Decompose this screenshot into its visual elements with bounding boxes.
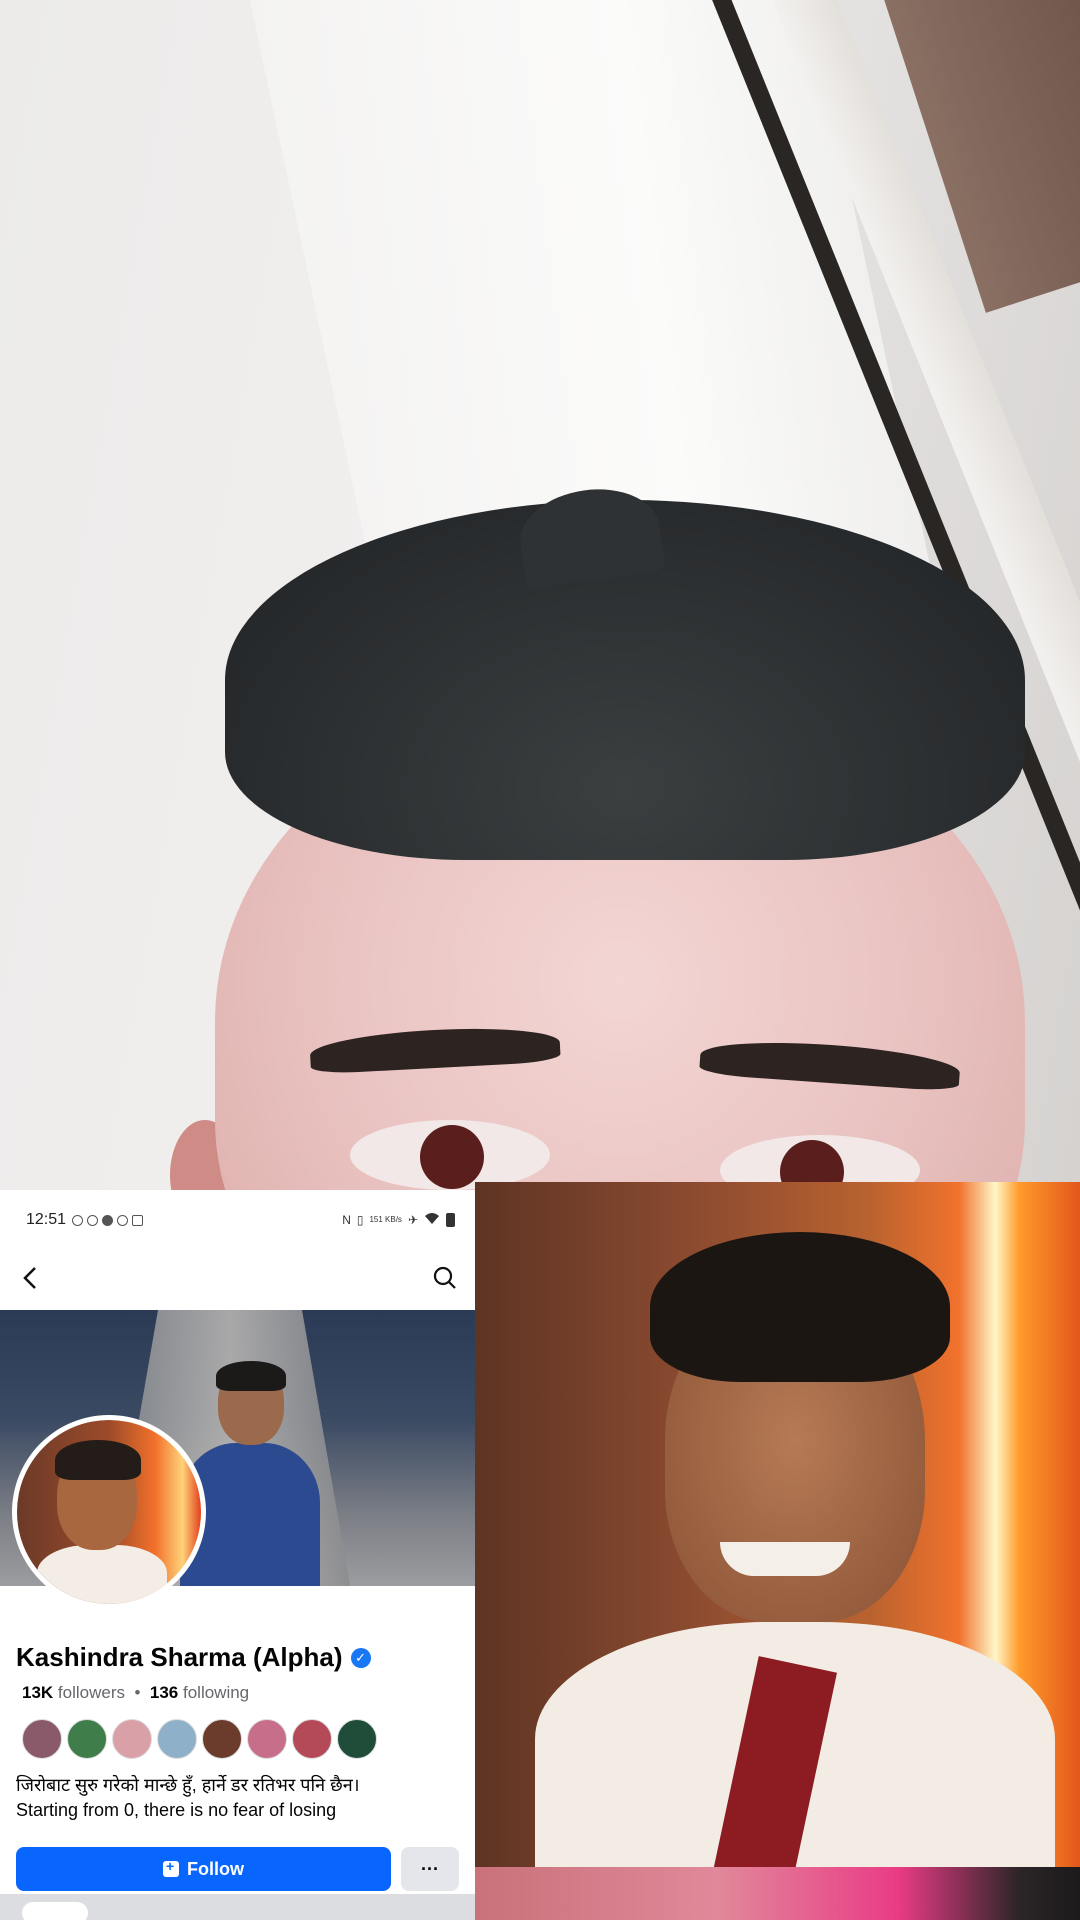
selfie-video-frame xyxy=(0,0,1080,1190)
friend-avatar[interactable] xyxy=(112,1719,152,1759)
screen-icon xyxy=(132,1214,144,1226)
avatar xyxy=(17,1420,201,1604)
profile-picture[interactable] xyxy=(12,1415,206,1609)
wifi-icon xyxy=(424,1212,440,1228)
bio-line-nepali: जिरोबाट सुरु गरेको मान्छे हुँ, हार्ने डर… xyxy=(16,1775,360,1795)
friend-avatar[interactable] xyxy=(337,1719,377,1759)
friend-avatar[interactable] xyxy=(67,1719,107,1759)
follow-button[interactable]: Follow xyxy=(16,1847,391,1892)
network-speed: 151 KB/s xyxy=(369,1215,402,1224)
tab-strip xyxy=(0,1894,475,1920)
left-iris xyxy=(420,1125,484,1189)
profile-actions: Follow ··· xyxy=(16,1847,459,1892)
mutual-followers-row[interactable] xyxy=(16,1719,459,1759)
tab-pill[interactable] xyxy=(22,1902,88,1920)
nfc-icon: N xyxy=(342,1213,351,1227)
airplane-icon: ✈ xyxy=(407,1213,418,1227)
stats-separator: • xyxy=(134,1683,141,1702)
profile-name: Kashindra Sharma (Alpha) xyxy=(16,1642,343,1672)
search-icon[interactable] xyxy=(433,1266,457,1295)
profile-info: Kashindra Sharma (Alpha) ✓ 13K followers… xyxy=(0,1586,475,1892)
messenger-icon xyxy=(87,1214,99,1226)
next-frame-peek xyxy=(475,1867,1080,1920)
portrait-smile xyxy=(720,1542,850,1576)
key-icon xyxy=(117,1214,129,1226)
friend-avatar[interactable] xyxy=(292,1719,332,1759)
follow-stats: 13K followers • 136 following xyxy=(16,1683,459,1703)
battery-icon xyxy=(446,1213,455,1227)
profile-nav-bar xyxy=(0,1250,475,1310)
following-count[interactable]: 136 xyxy=(150,1683,178,1702)
facebook-profile-screenshot: 12:51 N ▯ 151 KB/s ✈ Kashindra Sharma (A… xyxy=(0,1190,475,1920)
vibrate-icon: ▯ xyxy=(356,1213,364,1227)
friend-avatar[interactable] xyxy=(22,1719,62,1759)
back-arrow-icon[interactable] xyxy=(22,1266,38,1295)
cover-person xyxy=(180,1361,320,1586)
bio-line-english: Starting from 0, there is no fear of los… xyxy=(16,1800,337,1821)
following-label[interactable]: following xyxy=(183,1683,249,1702)
friend-avatar[interactable] xyxy=(157,1719,197,1759)
followers-count[interactable]: 13K xyxy=(22,1683,53,1702)
friend-avatar[interactable] xyxy=(202,1719,242,1759)
friend-avatar[interactable] xyxy=(247,1719,287,1759)
follow-label: Follow xyxy=(187,1858,244,1879)
portrait-photo xyxy=(475,1182,1080,1867)
profile-bio: जिरोबाट सुरु गरेको मान्छे हुँ, हार्ने डर… xyxy=(16,1773,459,1823)
whatsapp-icon xyxy=(72,1214,84,1226)
verified-badge-icon: ✓ xyxy=(350,1647,371,1668)
more-options-button[interactable]: ··· xyxy=(401,1847,459,1892)
follow-icon xyxy=(163,1858,179,1878)
status-bar: 12:51 N ▯ 151 KB/s ✈ xyxy=(0,1190,475,1250)
facebook-icon xyxy=(102,1214,114,1226)
followers-label[interactable]: followers xyxy=(58,1683,125,1702)
portrait-hair xyxy=(650,1232,950,1382)
status-time: 12:51 xyxy=(26,1211,67,1228)
